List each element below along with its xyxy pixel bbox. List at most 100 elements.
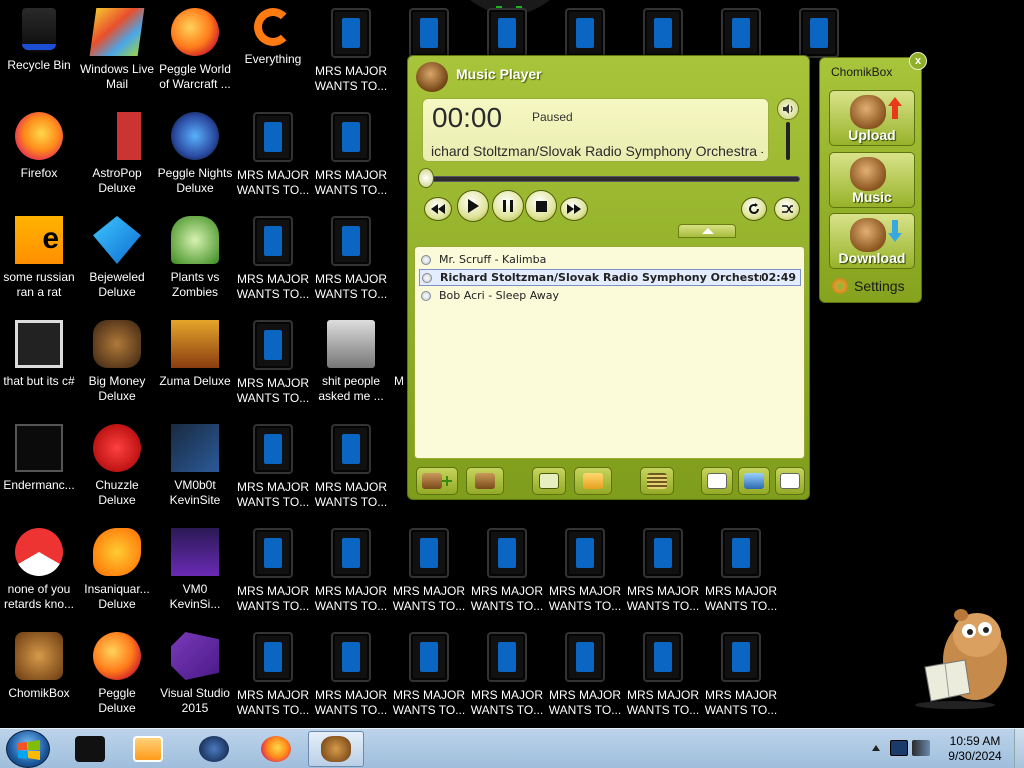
show-hidden-icons-icon[interactable] [872,745,880,751]
taskbar-app-orb[interactable] [186,731,242,767]
start-button[interactable] [6,730,50,768]
hamster-down-icon [475,473,495,489]
desktop-icon-mrs-major[interactable]: MRS MAJOR WANTS TO... [312,624,390,724]
desktop-icon-mrs-major[interactable]: MRS MAJOR WANTS TO... [702,520,780,620]
desktop-icon-bejeweled[interactable]: Bejeweled Deluxe [78,208,156,308]
desktop-icon-mrs-major[interactable]: MRS MAJOR WANTS TO... [468,624,546,724]
playlist-item[interactable]: Mr. Scruff - Kalimba [419,251,801,268]
add-music-button[interactable] [532,467,566,495]
desktop-icon-mrs-major[interactable]: MRS MAJOR WANTS TO... [312,416,390,516]
desktop-icon-enderman[interactable]: Endermanc... [0,416,78,516]
desktop-icon-mrs-major[interactable]: MRS MAJOR WANTS TO... [234,312,312,412]
desktop-icon-firefox[interactable]: Firefox [0,104,78,204]
collapse-playlist-button[interactable] [678,224,736,238]
desktop-icon-label: MRS MAJOR WANTS TO... [470,584,544,613]
desktop-icon-mrs-major[interactable]: MRS MAJOR WANTS TO... [234,104,312,204]
desktop-icon-c-sharp[interactable]: that but its c# [0,312,78,412]
volume-button[interactable] [777,98,799,120]
volume-slider[interactable] [786,122,790,160]
desktop-icon-mrs-major[interactable]: MRS MAJOR WANTS TO... [312,0,390,100]
peggle-icon [171,8,219,56]
desktop-icon-visual-studio[interactable]: Visual Studio 2015 [156,624,234,724]
add-file-button[interactable] [416,467,458,495]
desktop-icon-mrs-major[interactable]: MRS MAJOR WANTS TO... [390,520,468,620]
settings-button[interactable]: Settings [832,276,918,296]
desktop-icon-chomikbox[interactable]: ChomikBox [0,624,78,724]
firefox-icon [261,736,291,762]
desktop-icon-chuzzle[interactable]: Chuzzle Deluxe [78,416,156,516]
desktop-icon-mrs-major[interactable]: MRS MAJOR WANTS TO... [312,104,390,204]
taskbar-app-chomikbox[interactable] [308,731,364,767]
desktop-icon-mrs-major[interactable]: MRS MAJOR WANTS TO... [234,416,312,516]
play-button[interactable] [457,190,489,222]
desktop-icon-plants-vs-zombies[interactable]: Plants vs Zombies [156,208,234,308]
taskbar-app-terminal[interactable] [62,731,118,767]
desktop-icon-mrs-major[interactable]: MRS MAJOR WANTS TO... [624,520,702,620]
save-playlist-button[interactable] [738,467,770,495]
network-icon[interactable] [912,740,930,756]
clock[interactable]: 10:59 AM 9/30/2024 [938,734,1012,764]
taskbar-app-firefox[interactable] [248,731,304,767]
desktop-icon-mrs-major[interactable]: MRS MAJOR WANTS TO... [234,624,312,724]
desktop-icon-recycle-bin[interactable]: Recycle Bin [0,0,78,100]
upload-button[interactable]: Upload [829,90,915,146]
shuffle-button[interactable] [774,197,800,221]
desktop-icon-big-money[interactable]: Big Money Deluxe [78,312,156,412]
desktop-icon-astropop[interactable]: AstroPop Deluxe [78,104,156,204]
desktop-icon-mrs-major[interactable]: MRS MAJOR WANTS TO... [234,520,312,620]
close-button[interactable]: x [909,52,927,70]
chomikbox-panel[interactable]: ChomikBox x Upload Music Download Settin… [819,52,927,303]
desktop-icon-mrs-major[interactable]: MRS MAJOR WANTS TO... [546,624,624,724]
desktop-icon-mrs-major[interactable]: MRS MAJOR WANTS TO... [468,520,546,620]
track-icon [421,290,431,301]
desktop-icon-chrome[interactable]: none of you retards kno... [0,520,78,620]
desktop-icon-russian-rat[interactable]: some russian ran a rat [0,208,78,308]
rewind-button[interactable] [424,197,452,221]
seek-bar[interactable] [422,176,800,182]
desktop-icon-peggle-wow[interactable]: Peggle World of Warcraft ... [156,0,234,100]
pause-button[interactable] [492,190,524,222]
music-button[interactable]: Music [829,152,915,208]
desktop-icon-mrs-major[interactable]: MRS MAJOR WANTS TO... [312,520,390,620]
remove-items-button[interactable] [640,467,674,495]
desktop-icon-mrs-major[interactable]: MRS MAJOR WANTS TO... [624,624,702,724]
desktop-icon-mrs-major[interactable]: MRS MAJOR WANTS TO... [546,520,624,620]
desktop-icon-windows-live-mail[interactable]: Windows Live Mail [78,0,156,100]
hamster-menu-button[interactable] [466,467,504,495]
add-folder-button[interactable] [574,467,612,495]
upload-label: Upload [848,127,896,143]
taskbar-app-media[interactable] [120,731,176,767]
export-playlist-button[interactable] [775,467,805,495]
show-desktop-button[interactable] [1014,729,1024,768]
music-player-window[interactable]: Music Player 00:00 Paused ichard Stoltzm… [407,55,810,500]
desktop-icon-label: MRS MAJOR WANTS TO... [314,480,388,509]
playlist-item-selected[interactable]: Richard Stoltzman/Slovak Radio Symphony … [419,269,801,286]
desktop-icon-peggle-nights[interactable]: Peggle Nights Deluxe [156,104,234,204]
stop-button[interactable] [525,190,557,222]
insaniquarium-icon [93,528,141,576]
desktop-icon-mrs-major[interactable]: MRS MAJOR WANTS TO... [702,624,780,724]
download-button[interactable]: Download [829,213,915,269]
seek-handle[interactable] [418,168,434,188]
repeat-button[interactable] [741,197,767,221]
playlist[interactable]: Mr. Scruff - Kalimba Richard Stoltzman/S… [414,246,805,459]
desktop-icon-peggle-deluxe[interactable]: Peggle Deluxe [78,624,156,724]
desktop-icon-shit-people[interactable]: shit people asked me ... [312,312,390,412]
desktop-icon-vm0b0t[interactable]: VM0b0t KevinSite [156,416,234,516]
desktop-icon-mrs-major[interactable]: MRS MAJOR WANTS TO... [234,208,312,308]
desktop-icon-mrs-major[interactable]: MRS MAJOR WANTS TO... [312,208,390,308]
desktop-icon-everything[interactable]: Everything [234,0,312,100]
fast-forward-button[interactable] [560,197,588,221]
folder-add-icon [583,473,603,489]
new-playlist-button[interactable] [701,467,733,495]
playlist-item[interactable]: Bob Acri - Sleep Away [419,287,801,304]
desktop-icon-insaniquarium[interactable]: Insaniquar... Deluxe [78,520,156,620]
desktop-icon-vm0[interactable]: VM0 KevinSi... [156,520,234,620]
desktop-icon-label: Insaniquar... Deluxe [84,582,150,611]
desktop-icon-zuma[interactable]: Zuma Deluxe [156,312,234,412]
desktop-icon-mrs-major[interactable]: MRS MAJOR WANTS TO... [390,624,468,724]
system-tray: 10:59 AM 9/30/2024 [862,729,1024,768]
tablet-icon [253,216,293,266]
monitor-icon[interactable] [890,740,908,756]
tablet-icon [565,528,605,578]
